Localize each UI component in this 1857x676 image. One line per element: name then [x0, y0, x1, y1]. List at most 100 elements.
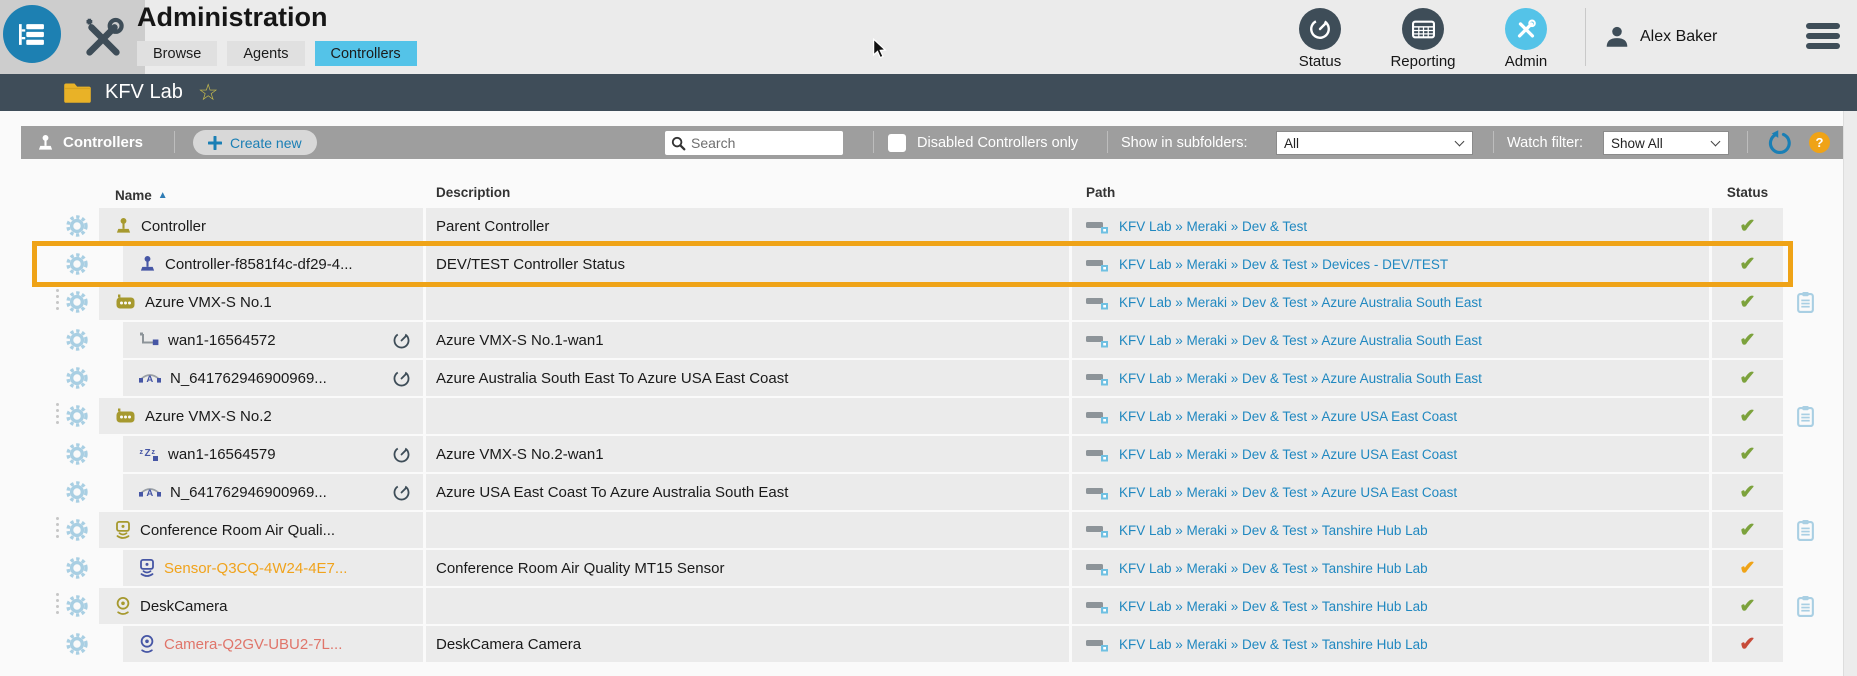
path-link[interactable]: KFV Lab » Meraki » Dev & Test » Tanshire…	[1119, 561, 1428, 576]
name-cell[interactable]: Azure VMX-S No.2	[99, 398, 423, 434]
search-input[interactable]	[691, 135, 831, 151]
table-row[interactable]: Azure VMX-S No.2 KFV Lab » Meraki » Dev …	[56, 398, 1814, 434]
gear-icon[interactable]	[65, 366, 89, 390]
user-name: Alex Baker	[1640, 28, 1718, 45]
clipboard-icon[interactable]	[1797, 292, 1814, 313]
name-cell[interactable]: zZz wan1-16564579	[123, 436, 423, 472]
row-name[interactable]: Azure VMX-S No.1	[145, 294, 272, 311]
favorite-star-icon[interactable]: ☆	[198, 81, 219, 104]
table-row[interactable]: Controller-f8581f4c-df29-4... DEV/TEST C…	[32, 241, 1793, 287]
vertical-scrollbar[interactable]	[1843, 111, 1857, 676]
nav-status[interactable]: Status	[1277, 8, 1363, 70]
row-name[interactable]: wan1-16564579	[168, 446, 276, 463]
user-menu[interactable]: Alex Baker	[1604, 24, 1717, 50]
status-check-icon	[1740, 329, 1756, 352]
refresh-button[interactable]	[1767, 126, 1792, 159]
subfolders-select[interactable]: All	[1276, 131, 1473, 155]
app-logo-button[interactable]	[3, 5, 61, 63]
breadcrumb-location[interactable]: KFV Lab	[105, 81, 183, 104]
gear-icon[interactable]	[65, 442, 89, 466]
table-row[interactable]: Sensor-Q3CQ-4W24-4E7... Conference Room …	[58, 550, 1783, 586]
name-cell[interactable]: Conference Room Air Quali...	[99, 512, 423, 548]
path-link[interactable]: KFV Lab » Meraki » Dev & Test » Tanshire…	[1119, 599, 1428, 614]
name-cell[interactable]: A N_641762946900969...	[123, 474, 423, 510]
drag-handle[interactable]	[56, 593, 59, 614]
table-row[interactable]: zZz wan1-16564579 Azure VMX-S No.2-wan1 …	[58, 436, 1783, 472]
clipboard-icon[interactable]	[1797, 406, 1814, 427]
row-name[interactable]: Camera-Q2GV-UBU2-7L...	[164, 636, 342, 653]
path-link[interactable]: KFV Lab » Meraki » Dev & Test » Devices …	[1119, 257, 1448, 272]
gear-icon[interactable]	[65, 594, 89, 618]
svg-text:A: A	[146, 488, 153, 499]
gear-icon[interactable]	[65, 290, 89, 314]
table-row[interactable]: Camera-Q2GV-UBU2-7L... DeskCamera Camera…	[58, 626, 1783, 662]
path-link[interactable]: KFV Lab » Meraki » Dev & Test » Tanshire…	[1119, 523, 1428, 538]
row-name[interactable]: DeskCamera	[140, 598, 228, 615]
column-header-path[interactable]: Path	[1072, 185, 1709, 205]
name-cell[interactable]: Camera-Q2GV-UBU2-7L...	[123, 626, 423, 662]
clipboard-icon[interactable]	[1797, 596, 1814, 617]
watch-filter-select[interactable]: Show All	[1603, 131, 1729, 155]
clipboard-icon[interactable]	[1797, 520, 1814, 541]
row-name[interactable]: Controller-f8581f4c-df29-4...	[165, 256, 353, 273]
status-check-icon	[1740, 405, 1756, 428]
gear-icon[interactable]	[65, 214, 89, 238]
table-row[interactable]: A N_641762946900969... Azure Australia S…	[58, 360, 1783, 396]
tab-controllers[interactable]: Controllers	[314, 41, 417, 66]
name-cell[interactable]: Sensor-Q3CQ-4W24-4E7...	[123, 550, 423, 586]
row-name[interactable]: N_641762946900969...	[170, 484, 327, 501]
path-link[interactable]: KFV Lab » Meraki » Dev & Test » Tanshire…	[1119, 637, 1428, 652]
table-row[interactable]: DeskCamera KFV Lab » Meraki » Dev & Test…	[56, 588, 1814, 624]
column-header-name[interactable]: Name ▲	[99, 185, 423, 205]
path-link[interactable]: KFV Lab » Meraki » Dev & Test » Azure US…	[1119, 409, 1457, 424]
gear-icon[interactable]	[65, 556, 89, 580]
row-name[interactable]: Azure VMX-S No.2	[145, 408, 272, 425]
table-row[interactable]: wan1-16564572 Azure VMX-S No.1-wan1 KFV …	[58, 322, 1783, 358]
path-link[interactable]: KFV Lab » Meraki » Dev & Test » Azure US…	[1119, 485, 1457, 500]
tab-agents[interactable]: Agents	[227, 41, 305, 66]
name-cell[interactable]: Controller-f8581f4c-df29-4...	[123, 246, 423, 282]
name-cell[interactable]: DeskCamera	[99, 588, 423, 624]
create-new-button[interactable]: Create new	[193, 130, 317, 155]
controllers-toolbar: Controllers Create new Disabled Controll…	[21, 126, 1843, 159]
table-row[interactable]: Controller Parent Controller KFV Lab » M…	[58, 208, 1783, 244]
tab-browse[interactable]: Browse	[137, 41, 218, 66]
row-name[interactable]: Sensor-Q3CQ-4W24-4E7...	[164, 560, 347, 577]
nav-reporting[interactable]: Reporting	[1380, 8, 1466, 70]
table-row[interactable]: A N_641762946900969... Azure USA East Co…	[58, 474, 1783, 510]
row-name[interactable]: wan1-16564572	[168, 332, 276, 349]
row-name[interactable]: N_641762946900969...	[170, 370, 327, 387]
drag-handle[interactable]	[56, 403, 59, 424]
help-button[interactable]: ?	[1809, 132, 1830, 153]
gear-icon[interactable]	[65, 480, 89, 504]
path-link[interactable]: KFV Lab » Meraki » Dev & Test » Azure Au…	[1119, 371, 1482, 386]
name-cell[interactable]: A N_641762946900969...	[123, 360, 423, 396]
hamburger-menu-icon[interactable]	[1806, 23, 1840, 49]
column-header-status[interactable]: Status	[1712, 185, 1783, 205]
gear-icon[interactable]	[65, 404, 89, 428]
gear-icon[interactable]	[65, 252, 89, 276]
name-cell[interactable]: wan1-16564572	[123, 322, 423, 358]
gear-icon[interactable]	[65, 328, 89, 352]
row-name[interactable]: Controller	[141, 218, 206, 235]
path-link[interactable]: KFV Lab » Meraki » Dev & Test » Azure Au…	[1119, 333, 1482, 348]
table-row[interactable]: Conference Room Air Quali... KFV Lab » M…	[56, 512, 1814, 548]
table-row[interactable]: Azure VMX-S No.1 KFV Lab » Meraki » Dev …	[56, 284, 1814, 320]
disabled-only-checkbox[interactable]	[888, 134, 906, 152]
row-name[interactable]: Conference Room Air Quali...	[140, 522, 335, 539]
path-link[interactable]: KFV Lab » Meraki » Dev & Test	[1119, 219, 1307, 234]
drag-handle[interactable]	[56, 517, 59, 538]
nav-admin[interactable]: Admin	[1483, 8, 1569, 70]
breadcrumb-bar: KFV Lab ☆	[0, 74, 1857, 111]
column-header-description[interactable]: Description	[426, 185, 1069, 205]
row-path: KFV Lab » Meraki » Dev & Test » Azure Au…	[1072, 360, 1709, 396]
gear-icon[interactable]	[65, 632, 89, 656]
name-cell[interactable]: Controller	[99, 208, 423, 244]
path-link[interactable]: KFV Lab » Meraki » Dev & Test » Azure Au…	[1119, 295, 1482, 310]
create-new-label: Create new	[230, 134, 302, 151]
path-link[interactable]: KFV Lab » Meraki » Dev & Test » Azure US…	[1119, 447, 1457, 462]
gear-icon[interactable]	[65, 518, 89, 542]
toolbar-divider	[873, 131, 874, 153]
name-cell[interactable]: Azure VMX-S No.1	[99, 284, 423, 320]
drag-handle[interactable]	[56, 289, 59, 310]
